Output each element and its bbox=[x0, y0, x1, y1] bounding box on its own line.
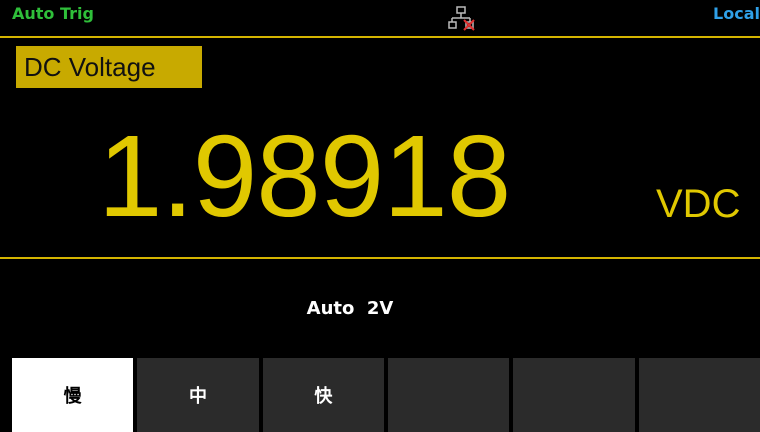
remote-status: Local bbox=[713, 4, 760, 23]
softkey-slow[interactable]: 慢 bbox=[12, 358, 134, 432]
softkey-6[interactable] bbox=[638, 358, 760, 432]
measurement-unit: VDC bbox=[656, 182, 741, 226]
trigger-status: Auto Trig bbox=[12, 4, 94, 23]
range-indicator: Auto 2V bbox=[306, 298, 394, 319]
softkey-bar: 慢 中 快 bbox=[0, 358, 760, 432]
softkey-medium[interactable]: 中 bbox=[137, 358, 259, 432]
measurement-reading: 1.98918 bbox=[98, 111, 511, 241]
header-divider bbox=[0, 36, 760, 38]
network-disconnected-icon bbox=[448, 6, 476, 32]
softkey-4[interactable] bbox=[387, 358, 510, 432]
softkey-fast[interactable]: 快 bbox=[262, 358, 384, 432]
measurement-function-label: DC Voltage bbox=[16, 46, 202, 88]
reading-divider bbox=[0, 257, 760, 259]
status-bar: Auto Trig Local bbox=[0, 0, 760, 36]
softkey-5[interactable] bbox=[513, 358, 635, 432]
